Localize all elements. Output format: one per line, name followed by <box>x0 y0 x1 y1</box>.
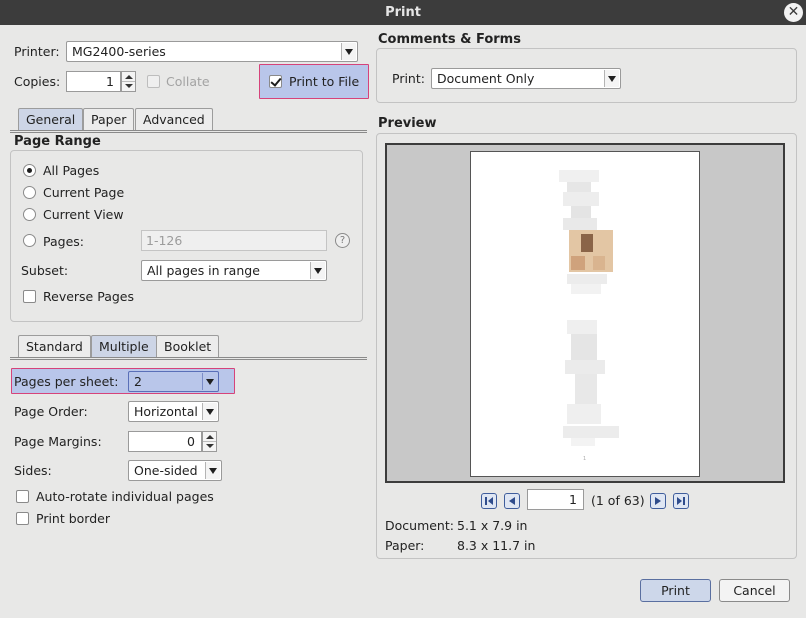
arrow-down-icon <box>125 84 133 88</box>
next-page-icon <box>655 497 661 505</box>
tab-general[interactable]: General <box>18 108 84 131</box>
printer-select[interactable]: MG2400-series <box>66 41 358 62</box>
close-icon[interactable]: ✕ <box>784 3 803 22</box>
window-title: Print <box>385 5 421 20</box>
chevron-down-icon <box>310 262 325 279</box>
all-pages-label: All Pages <box>43 163 100 178</box>
tab-multiple[interactable]: Multiple <box>91 335 157 358</box>
reverse-pages-checkbox[interactable] <box>23 290 36 303</box>
chevron-down-icon <box>341 43 356 60</box>
cancel-button[interactable]: Cancel <box>719 579 790 602</box>
subset-label: Subset: <box>21 263 69 278</box>
print-button[interactable]: Print <box>640 579 711 602</box>
subset-select[interactable]: All pages in range <box>141 260 327 281</box>
copies-stepper[interactable] <box>121 71 136 92</box>
printer-label: Printer: <box>14 44 60 59</box>
document-size-label: Document: <box>385 518 454 533</box>
arrow-up-icon <box>206 435 214 439</box>
sides-value: One-sided <box>134 463 198 478</box>
pages-radio[interactable] <box>23 234 36 247</box>
first-page-button[interactable] <box>481 493 497 509</box>
paper-size-value: 8.3 x 11.7 in <box>457 538 536 553</box>
comments-print-value: Document Only <box>437 71 535 86</box>
pages-label: Pages: <box>43 234 84 249</box>
last-page-icon <box>677 497 685 505</box>
comments-forms-heading: Comments & Forms <box>378 32 521 47</box>
current-view-radio[interactable] <box>23 208 36 221</box>
current-view-label: Current View <box>43 207 124 222</box>
page-margins-label: Page Margins: <box>14 434 102 449</box>
pages-per-sheet-value: 2 <box>134 374 142 389</box>
next-page-button[interactable] <box>650 493 666 509</box>
first-page-icon <box>485 497 493 505</box>
pages-per-sheet-label: Pages per sheet: <box>14 374 119 389</box>
page-count: (1 of 63) <box>591 493 645 508</box>
print-to-file-label: Print to File <box>289 74 360 89</box>
comments-print-label: Print: <box>392 71 425 86</box>
page-margins-stepper[interactable] <box>202 431 217 452</box>
collate-label: Collate <box>166 74 210 89</box>
copies-input[interactable]: 1 <box>66 71 121 92</box>
page-order-label: Page Order: <box>14 404 88 419</box>
subset-value: All pages in range <box>147 263 260 278</box>
page-range-heading: Page Range <box>14 134 101 149</box>
title-bar: Print <box>0 0 806 25</box>
preview-heading: Preview <box>378 116 437 131</box>
reverse-pages-label: Reverse Pages <box>43 289 134 304</box>
pages-input[interactable]: 1-126 <box>141 230 327 251</box>
arrow-up-icon <box>125 75 133 79</box>
tab-separator <box>10 130 367 133</box>
chevron-down-icon <box>205 462 220 479</box>
pages-per-sheet-select[interactable]: 2 <box>128 371 219 392</box>
sides-select[interactable]: One-sided <box>128 460 222 481</box>
tab-separator <box>10 357 367 360</box>
page-number-input[interactable]: 1 <box>527 489 584 510</box>
chevron-down-icon <box>604 70 619 87</box>
tab-paper[interactable]: Paper <box>83 108 135 131</box>
page-order-select[interactable]: Horizontal <box>128 401 219 422</box>
chevron-down-icon <box>202 403 217 420</box>
page-margins-input[interactable]: 0 <box>128 431 202 452</box>
preview-page-number: 1 <box>583 456 587 462</box>
tab-advanced[interactable]: Advanced <box>135 108 213 131</box>
current-page-radio[interactable] <box>23 186 36 199</box>
previous-page-icon <box>509 497 515 505</box>
help-icon[interactable]: ? <box>335 233 350 248</box>
autorotate-label: Auto-rotate individual pages <box>36 489 214 504</box>
current-page-label: Current Page <box>43 185 125 200</box>
arrow-down-icon <box>206 444 214 448</box>
tab-standard[interactable]: Standard <box>18 335 91 358</box>
chevron-down-icon <box>202 373 217 390</box>
preview-canvas: 1 <box>385 143 785 483</box>
print-to-file-checkbox[interactable] <box>269 75 282 88</box>
preview-page: 1 <box>470 151 700 477</box>
previous-page-button[interactable] <box>504 493 520 509</box>
paper-size-label: Paper: <box>385 538 425 553</box>
print-border-label: Print border <box>36 511 110 526</box>
all-pages-radio[interactable] <box>23 164 36 177</box>
autorotate-checkbox[interactable] <box>16 490 29 503</box>
copies-label: Copies: <box>14 74 61 89</box>
print-border-checkbox[interactable] <box>16 512 29 525</box>
tab-booklet[interactable]: Booklet <box>156 335 220 358</box>
document-size-value: 5.1 x 7.9 in <box>457 518 528 533</box>
printer-value: MG2400-series <box>72 44 166 59</box>
sides-label: Sides: <box>14 463 52 478</box>
comments-print-select[interactable]: Document Only <box>431 68 621 89</box>
collate-checkbox[interactable] <box>147 75 160 88</box>
page-order-value: Horizontal <box>134 404 198 419</box>
last-page-button[interactable] <box>673 493 689 509</box>
